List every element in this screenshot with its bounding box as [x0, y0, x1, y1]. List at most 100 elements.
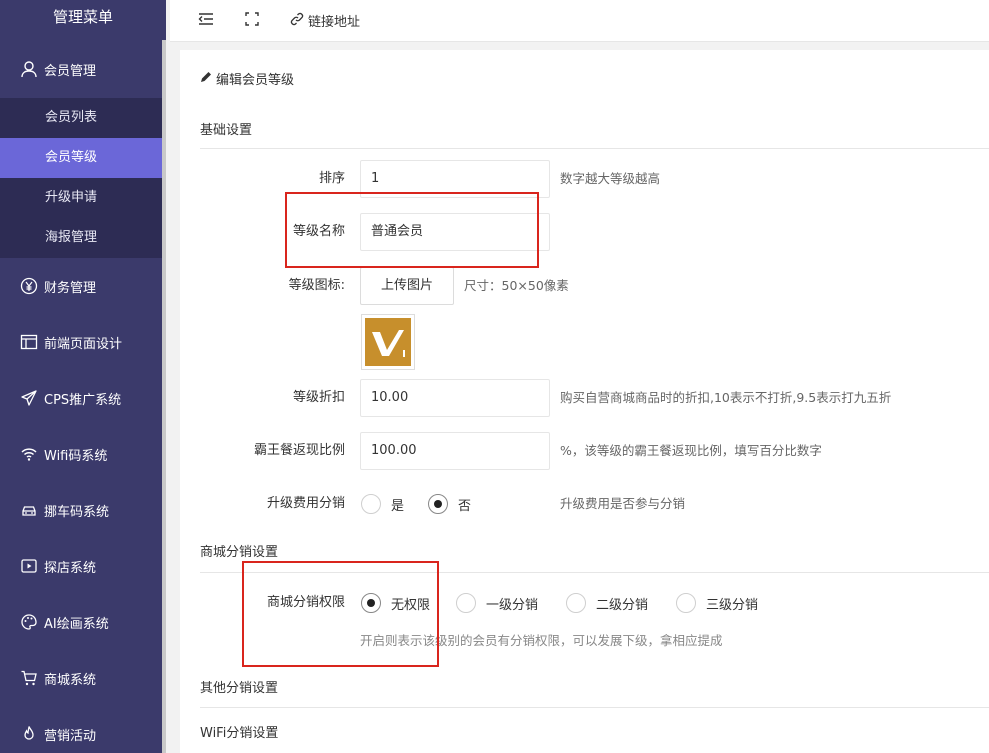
- page-title: 编辑会员等级: [200, 69, 294, 88]
- mall-perm-hint: 开启则表示该级别的会员有分销权限，可以发展下级，拿相应提成: [360, 633, 723, 648]
- indent-icon: [198, 11, 214, 31]
- upgrade-radio-yes[interactable]: 是: [361, 485, 404, 523]
- sort-row: 排序 1 数字越大等级越高: [180, 160, 989, 198]
- cashback-label: 霸王餐返现比例: [253, 443, 345, 458]
- wifi-icon: [20, 445, 38, 463]
- sidebar-item-finance[interactable]: 财务管理: [0, 258, 166, 314]
- perm-radio-level2[interactable]: 二级分销: [566, 584, 648, 622]
- upgrade-dist-row: 升级费用分销 是 否 升级费用是否参与分销: [180, 485, 989, 523]
- radio-circle: [456, 593, 476, 613]
- discount-label: 等级折扣: [292, 390, 345, 405]
- topbar: 链接地址: [170, 0, 989, 42]
- radio-label: 是: [391, 498, 405, 514]
- sidebar: 管理菜单 会员管理 会员列表 会员等级 升级申请 海报管理 财务管理 前端页面设…: [0, 0, 166, 753]
- sidebar-title: 管理菜单: [0, 0, 166, 40]
- sidebar-item-explore[interactable]: 探店系统: [0, 538, 166, 594]
- radio-label: 二级分销: [596, 597, 649, 613]
- sidebar-item-label: 会员管理: [44, 63, 97, 79]
- section-mall-dist-title: 商城分销设置: [200, 545, 279, 560]
- link-icon: [290, 12, 304, 30]
- radio-label: 否: [458, 498, 472, 514]
- upload-image-button[interactable]: 上传图片: [360, 267, 454, 305]
- upgrade-radio-no[interactable]: 否: [428, 485, 471, 523]
- video-icon: [20, 557, 38, 575]
- yen-icon: [20, 277, 38, 295]
- section-wifi-dist-title: WiFi分销设置: [200, 726, 279, 741]
- sidebar-item-car[interactable]: 挪车码系统: [0, 482, 166, 538]
- cart-icon: [20, 669, 38, 687]
- cashback-row: 霸王餐返现比例 100.00 %，该等级的霸王餐返现比例，填写百分比数字: [180, 432, 989, 470]
- submenu-item-upgrade-request[interactable]: 升级申请: [0, 178, 166, 218]
- level-logo-icon: [365, 318, 411, 366]
- page-title-text: 编辑会员等级: [216, 73, 295, 88]
- sort-label: 排序: [318, 171, 345, 186]
- level-icon-label: 等级图标:: [288, 278, 345, 293]
- level-name-label: 等级名称: [292, 224, 345, 239]
- sidebar-item-label: Wifi码系统: [44, 448, 108, 464]
- flame-icon: [20, 725, 38, 743]
- sidebar-item-cps[interactable]: CPS推广系统: [0, 370, 166, 426]
- sidebar-item-label: 财务管理: [44, 280, 97, 296]
- perm-radio-none[interactable]: 无权限: [361, 584, 430, 622]
- submenu-item-member-list[interactable]: 会员列表: [0, 98, 166, 138]
- radio-circle: [676, 593, 696, 613]
- mall-perm-label: 商城分销权限: [266, 595, 345, 610]
- sidebar-item-wifi[interactable]: Wifi码系统: [0, 426, 166, 482]
- cashback-hint: %，该等级的霸王餐返现比例，填写百分比数字: [560, 443, 822, 458]
- sidebar-scrollbar[interactable]: [162, 40, 166, 753]
- radio-circle-checked: [361, 593, 381, 613]
- radio-circle: [566, 593, 586, 613]
- cashback-input[interactable]: 100.00: [360, 432, 550, 470]
- palette-icon: [20, 613, 38, 631]
- radio-circle: [361, 494, 381, 514]
- discount-input[interactable]: 10.00: [360, 379, 550, 417]
- discount-row: 等级折扣 10.00 购买自营商城商品时的折扣,10表示不打折,9.5表示打九五…: [180, 379, 989, 417]
- radio-label: 一级分销: [486, 597, 539, 613]
- send-icon: [20, 389, 38, 407]
- upgrade-dist-hint: 升级费用是否参与分销: [560, 496, 686, 511]
- section-divider: [200, 707, 989, 708]
- upgrade-dist-label: 升级费用分销: [266, 496, 345, 511]
- radio-circle-checked: [428, 494, 448, 514]
- link-address-label: 链接地址: [308, 15, 361, 30]
- perm-radio-level1[interactable]: 一级分销: [456, 584, 538, 622]
- level-icon-row: 等级图标: 上传图片 尺寸：50×50像素: [180, 267, 989, 305]
- section-divider: [200, 148, 989, 149]
- member-submenu: 会员列表 会员等级 升级申请 海报管理: [0, 98, 166, 258]
- level-icon-preview: [361, 314, 415, 370]
- user-icon: [20, 60, 38, 78]
- toggle-sidebar-button[interactable]: [170, 0, 229, 42]
- level-icon-hint: 尺寸：50×50像素: [464, 278, 569, 293]
- fullscreen-button[interactable]: [229, 0, 275, 42]
- sidebar-item-mall[interactable]: 商城系统: [0, 650, 166, 706]
- fullscreen-icon: [244, 11, 260, 31]
- sort-input[interactable]: 1: [360, 160, 550, 198]
- sidebar-item-ai-paint[interactable]: AI绘画系统: [0, 594, 166, 650]
- sidebar-item-frontend-design[interactable]: 前端页面设计: [0, 314, 166, 370]
- submenu-item-member-level[interactable]: 会员等级: [0, 138, 166, 178]
- sidebar-item-label: 前端页面设计: [44, 336, 123, 352]
- sidebar-item-label: CPS推广系统: [44, 392, 122, 408]
- sort-hint: 数字越大等级越高: [560, 171, 661, 186]
- level-name-input[interactable]: 普通会员: [360, 213, 550, 251]
- sidebar-item-member-management[interactable]: 会员管理: [0, 40, 166, 98]
- content-panel: 编辑会员等级 基础设置 排序 1 数字越大等级越高 等级名称 普通会员 等级图标…: [180, 50, 989, 753]
- radio-label: 三级分销: [706, 597, 759, 613]
- submenu-item-poster-management[interactable]: 海报管理: [0, 218, 166, 258]
- link-address-button[interactable]: 链接地址: [275, 0, 375, 42]
- sidebar-item-label: 挪车码系统: [44, 504, 110, 520]
- layout-icon: [20, 333, 38, 351]
- sidebar-item-label: AI绘画系统: [44, 616, 109, 632]
- sidebar-item-label: 营销活动: [44, 728, 97, 744]
- car-icon: [20, 501, 38, 519]
- section-other-dist-title: 其他分销设置: [200, 681, 279, 696]
- perm-radio-level3[interactable]: 三级分销: [676, 584, 758, 622]
- section-divider: [200, 572, 989, 573]
- level-name-row: 等级名称 普通会员: [180, 213, 989, 251]
- sidebar-item-label: 探店系统: [44, 560, 97, 576]
- mall-perm-row: 商城分销权限 无权限 一级分销 二级分销 三级分销: [180, 584, 989, 622]
- sidebar-item-label: 商城系统: [44, 672, 97, 688]
- sidebar-item-marketing[interactable]: 营销活动: [0, 706, 166, 753]
- radio-label: 无权限: [391, 597, 431, 613]
- discount-hint: 购买自营商城商品时的折扣,10表示不打折,9.5表示打九五折: [560, 390, 892, 405]
